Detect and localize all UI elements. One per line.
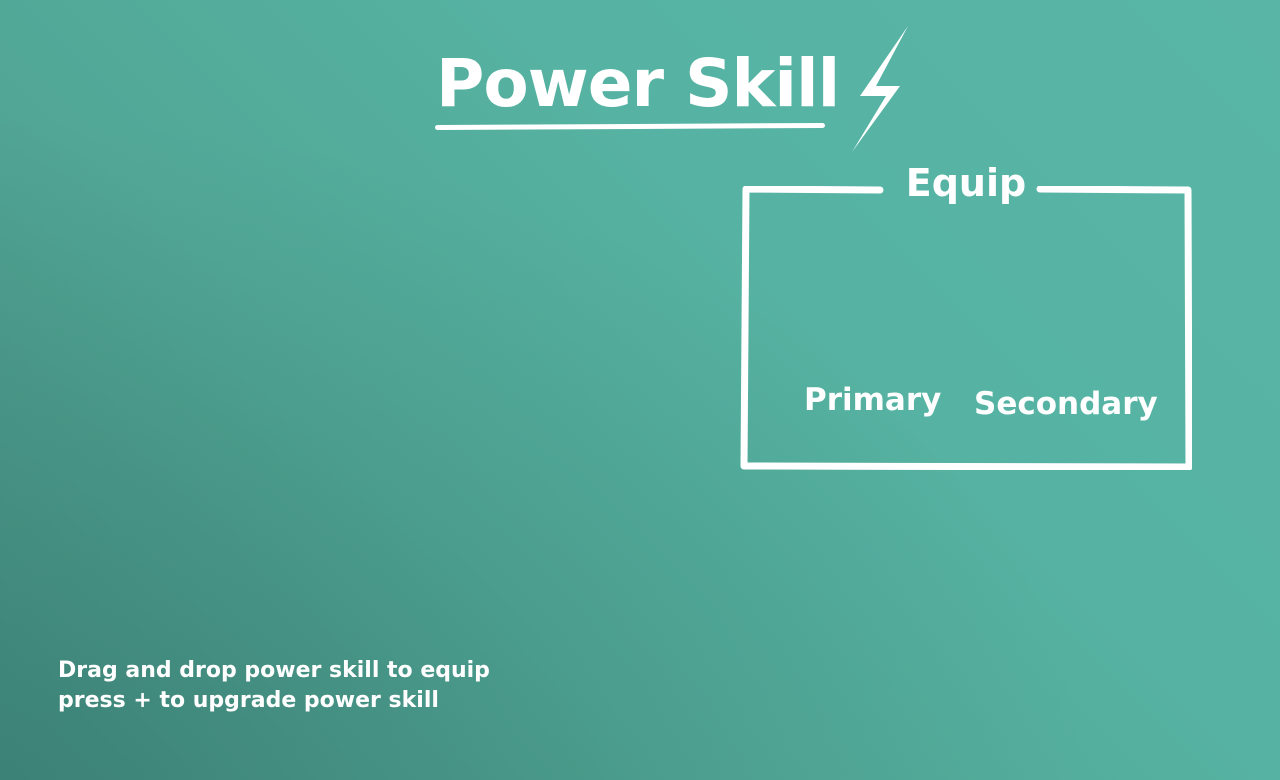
equip-frame [740,186,1192,470]
equip-title: Equip [905,161,1027,205]
primary-slot[interactable]: Primary [804,378,946,422]
instruction-upgrade: press + to upgrade power skill [58,688,439,713]
instruction-drag-drop: Drag and drop power skill to equip [58,658,490,683]
secondary-slot[interactable]: Secondary [974,382,1168,426]
equip-panel: Equip Primary Secondary [740,161,1192,470]
lightning-bolt-icon [852,26,908,152]
page-title: Power Skill [436,45,840,122]
title-underline [434,122,826,131]
instructions: Drag and drop power skill to equip press… [58,656,490,716]
